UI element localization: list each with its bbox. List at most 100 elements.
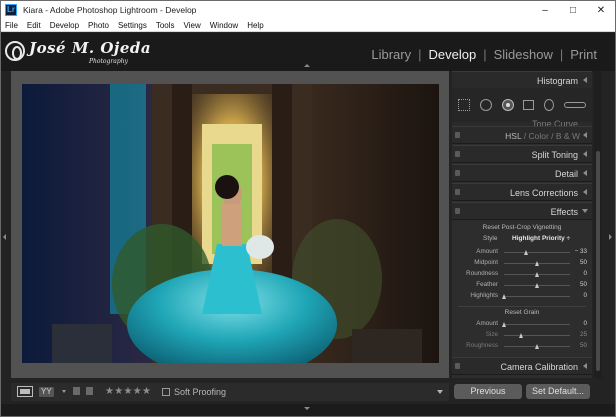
toolbar-content-menu-icon[interactable] xyxy=(437,390,443,394)
panel-switch-icon[interactable] xyxy=(455,208,460,214)
spot-removal-tool-icon[interactable] xyxy=(479,99,492,111)
bottom-panel-toggle-icon[interactable] xyxy=(304,407,310,410)
vignetting-slider-value[interactable]: 50 xyxy=(580,281,587,288)
panel-switch-icon[interactable] xyxy=(455,151,460,157)
module-print[interactable]: Print xyxy=(570,47,597,62)
grain-slider-track[interactable] xyxy=(502,322,570,327)
vignetting-slider-label: Highlights xyxy=(470,292,498,299)
hsl-panel-header[interactable]: HSL / Color / B & W xyxy=(452,126,592,144)
grain-slider-track[interactable] xyxy=(504,333,570,338)
grain-slider-value[interactable]: 50 xyxy=(580,342,587,349)
menu-view[interactable]: View xyxy=(180,21,206,30)
tab-color[interactable]: Color xyxy=(529,131,549,141)
collapse-triangle-icon xyxy=(583,77,587,83)
lens-corrections-label: Lens Corrections xyxy=(509,188,578,198)
menu-tools[interactable]: Tools xyxy=(152,21,180,30)
vignetting-slider-track[interactable] xyxy=(504,261,570,266)
right-panel-scrollbar[interactable] xyxy=(594,71,602,378)
crop-overlay-tool-icon[interactable] xyxy=(458,99,470,111)
maximize-icon: □ xyxy=(569,4,577,16)
vignetting-slider-track[interactable] xyxy=(504,250,570,255)
menu-file[interactable]: File xyxy=(1,21,23,30)
set-default-button[interactable]: Set Default... xyxy=(526,384,590,399)
lens-corrections-panel-header[interactable]: Lens Corrections xyxy=(452,183,592,201)
panel-switch-icon[interactable] xyxy=(455,189,460,195)
vignetting-reset-label[interactable]: Reset Post-Crop Vignetting xyxy=(452,224,592,231)
previous-button[interactable]: Previous xyxy=(454,384,522,399)
effects-label: Effects xyxy=(550,207,578,217)
maximize-button[interactable]: □ xyxy=(559,1,587,19)
vignetting-slider-value[interactable]: 0 xyxy=(583,292,587,299)
vignetting-slider-value[interactable]: − 33 xyxy=(575,248,587,255)
histogram-panel-header[interactable]: Histogram xyxy=(452,71,592,89)
left-panel-toggle-icon[interactable] xyxy=(3,234,6,240)
vignetting-slider-row: Feather 50 xyxy=(452,281,592,290)
filmstrip-collapsed-bar xyxy=(1,404,615,416)
tab-separator: / xyxy=(548,131,556,141)
module-develop[interactable]: Develop xyxy=(429,47,477,62)
window-title: Kiara - Adobe Photoshop Lightroom - Deve… xyxy=(23,5,197,15)
vignette-style-dropdown[interactable]: Highlight Priority ÷ xyxy=(512,235,570,242)
vignetting-slider-knob[interactable] xyxy=(535,272,539,277)
view-mode-dropdown-icon[interactable] xyxy=(62,390,66,393)
vignetting-slider-value[interactable]: 0 xyxy=(583,270,587,277)
grain-slider-track[interactable] xyxy=(504,344,570,349)
panel-switch-icon[interactable] xyxy=(455,132,460,138)
radial-filter-tool-icon[interactable] xyxy=(544,99,555,111)
close-icon: ✕ xyxy=(596,4,606,16)
vignetting-slider-track[interactable] xyxy=(504,272,570,277)
menu-develop[interactable]: Develop xyxy=(46,21,84,30)
module-slideshow[interactable]: Slideshow xyxy=(494,47,553,62)
flag-reject-icon[interactable] xyxy=(86,387,93,395)
effects-panel-body: Reset Post-Crop Vignetting Style Highlig… xyxy=(452,221,592,356)
vignetting-slider-knob[interactable] xyxy=(535,261,539,266)
vignetting-slider-value[interactable]: 50 xyxy=(580,259,587,266)
vignetting-slider-track[interactable] xyxy=(502,294,570,299)
right-panel-toggle-icon[interactable] xyxy=(609,234,612,240)
loupe-view-icon[interactable] xyxy=(17,386,33,397)
minimize-button[interactable]: – xyxy=(531,1,559,19)
close-button[interactable]: ✕ xyxy=(587,1,615,19)
vignetting-slider-label: Midpoint xyxy=(474,259,498,266)
tab-bw[interactable]: B & W xyxy=(556,131,580,141)
grain-reset-label[interactable]: Reset Grain xyxy=(452,309,592,316)
menu-window[interactable]: Window xyxy=(206,21,243,30)
scrollbar-thumb[interactable] xyxy=(596,151,600,371)
title-bar: Lr Kiara - Adobe Photoshop Lightroom - D… xyxy=(1,1,615,19)
grain-slider-value[interactable]: 25 xyxy=(580,331,587,338)
graduated-filter-tool-icon[interactable] xyxy=(523,100,535,110)
module-library[interactable]: Library xyxy=(371,47,411,62)
vignetting-slider-knob[interactable] xyxy=(524,250,529,255)
menu-settings[interactable]: Settings xyxy=(114,21,152,30)
grain-slider-row: Roughness 50 xyxy=(452,342,592,351)
panel-switch-icon[interactable] xyxy=(455,170,460,176)
photo-preview[interactable] xyxy=(22,84,439,363)
grain-slider-value[interactable]: 0 xyxy=(583,320,587,327)
red-eye-tool-icon[interactable] xyxy=(501,99,514,111)
detail-panel-header[interactable]: Detail xyxy=(452,164,592,182)
camera-calibration-panel-header[interactable]: Camera Calibration xyxy=(452,357,592,375)
grain-slider-knob[interactable] xyxy=(502,322,506,327)
vignetting-slider-knob[interactable] xyxy=(502,294,506,299)
soft-proofing-checkbox[interactable] xyxy=(162,388,170,396)
grain-slider-knob[interactable] xyxy=(535,344,539,349)
tab-hsl[interactable]: HSL xyxy=(505,131,521,141)
menu-edit[interactable]: Edit xyxy=(23,21,46,30)
adjustment-brush-tool-icon[interactable] xyxy=(563,102,586,108)
top-panel-toggle-icon[interactable] xyxy=(304,64,310,67)
split-toning-panel-header[interactable]: Split Toning xyxy=(452,145,592,163)
vignetting-slider-knob[interactable] xyxy=(535,283,539,288)
collapse-triangle-icon xyxy=(583,363,587,369)
develop-toolbar: YY ★★★★★ Soft Proofing xyxy=(11,383,449,401)
flag-pick-icon[interactable] xyxy=(73,387,80,395)
star-rating[interactable]: ★★★★★ xyxy=(105,386,151,397)
before-after-view-button[interactable]: YY xyxy=(39,387,54,397)
vignetting-slider-row: Midpoint 50 xyxy=(452,259,592,268)
menu-photo[interactable]: Photo xyxy=(84,21,114,30)
menu-help[interactable]: Help xyxy=(243,21,268,30)
app-window: Lr Kiara - Adobe Photoshop Lightroom - D… xyxy=(0,0,616,417)
panel-switch-icon[interactable] xyxy=(455,363,460,369)
effects-panel-header[interactable]: Effects xyxy=(452,202,592,220)
vignetting-slider-track[interactable] xyxy=(504,283,570,288)
grain-slider-knob[interactable] xyxy=(518,333,523,338)
